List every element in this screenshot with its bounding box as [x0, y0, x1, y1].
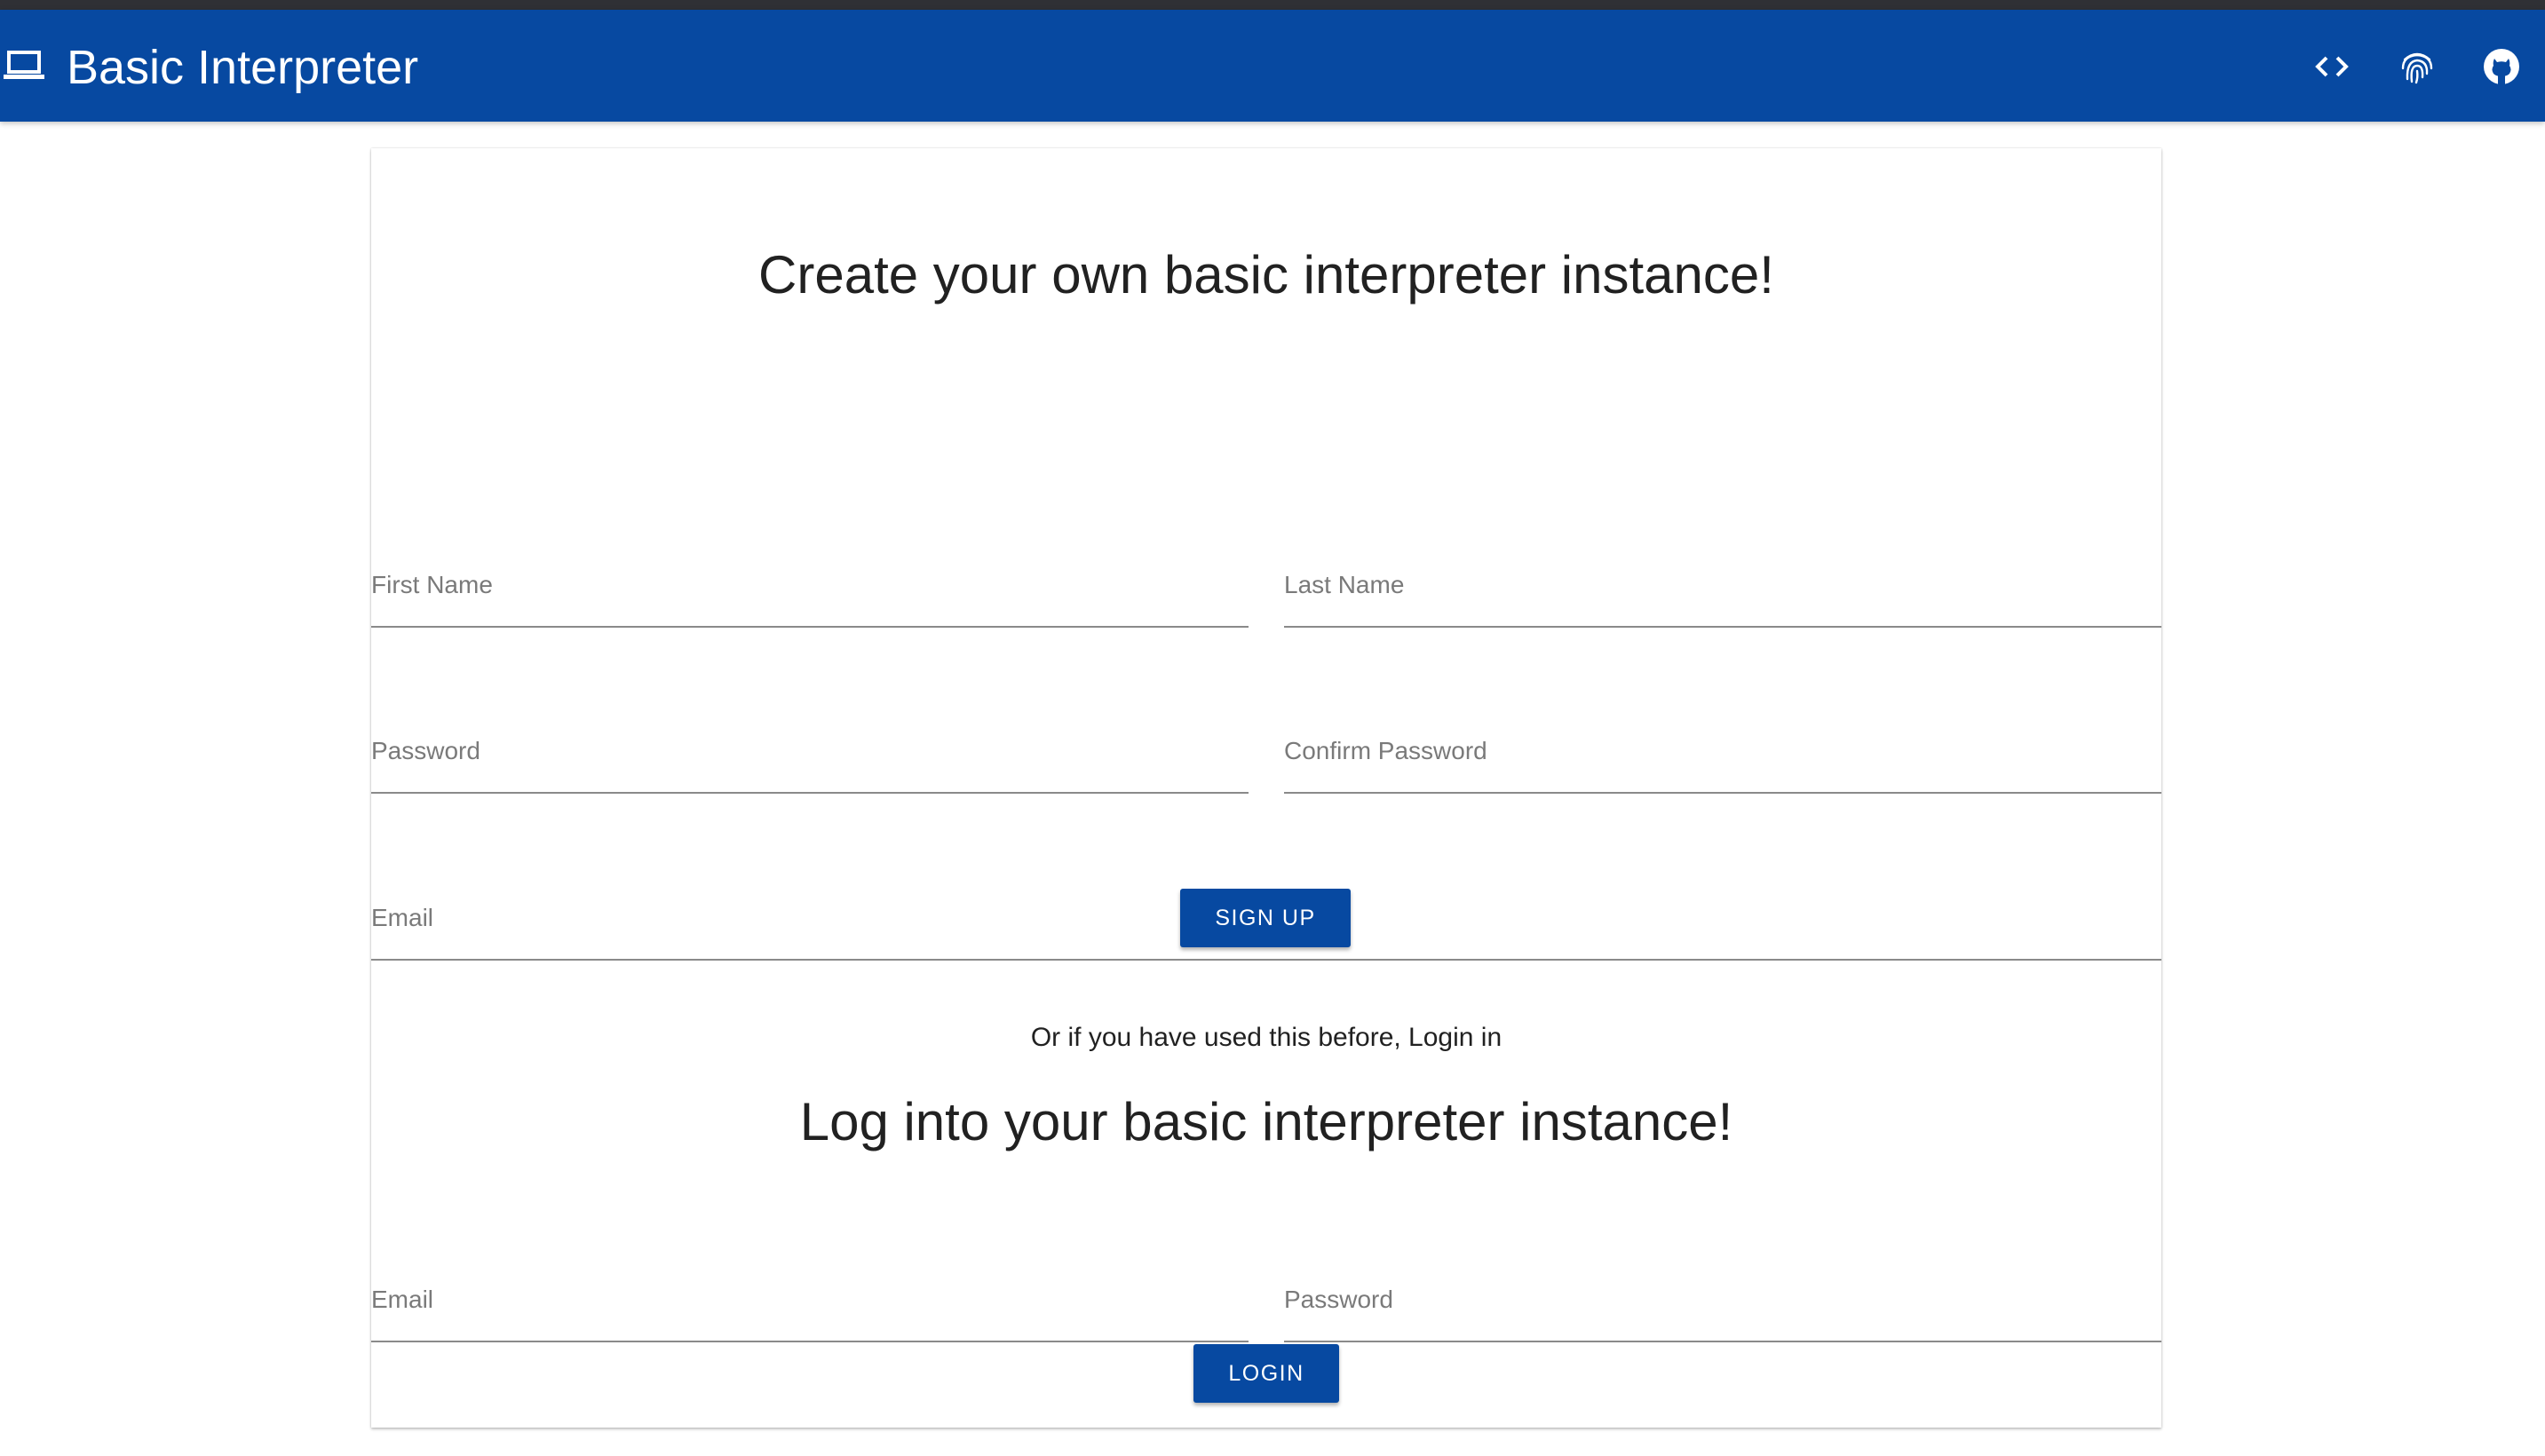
app-title: Basic Interpreter: [67, 41, 419, 94]
first-name-input[interactable]: [371, 571, 1249, 626]
password-field[interactable]: Password: [371, 721, 1249, 794]
code-icon[interactable]: [2312, 47, 2351, 86]
fingerprint-icon[interactable]: [2398, 47, 2437, 86]
laptop-icon: [4, 51, 44, 79]
last-name-field[interactable]: Last Name: [1284, 555, 2161, 628]
password-input[interactable]: [371, 737, 1249, 792]
sign-up-button[interactable]: SIGN UP: [1180, 889, 1351, 947]
login-prompt-text: Or if you have used this before, Login i…: [1030, 1023, 1502, 1052]
login-password-field[interactable]: Password: [1284, 1270, 2161, 1342]
last-name-input[interactable]: [1284, 571, 2161, 626]
confirm-password-field[interactable]: Confirm Password: [1284, 721, 2161, 794]
login-button[interactable]: LOGIN: [1193, 1344, 1339, 1403]
auth-card: Create your own basic interpreter instan…: [371, 148, 2161, 1428]
login-password-input[interactable]: [1284, 1286, 2161, 1341]
login-email-input[interactable]: [371, 1286, 1249, 1341]
confirm-password-input[interactable]: [1284, 737, 2161, 792]
login-heading: Log into your basic interpreter instance…: [799, 1092, 1733, 1151]
signup-heading: Create your own basic interpreter instan…: [758, 245, 1774, 305]
login-email-field[interactable]: Email: [371, 1270, 1249, 1342]
first-name-field[interactable]: First Name: [371, 555, 1249, 628]
app-bar: Basic Interpreter: [0, 10, 2545, 122]
github-icon[interactable]: [2482, 47, 2521, 86]
browser-top-strip: [0, 0, 2545, 10]
